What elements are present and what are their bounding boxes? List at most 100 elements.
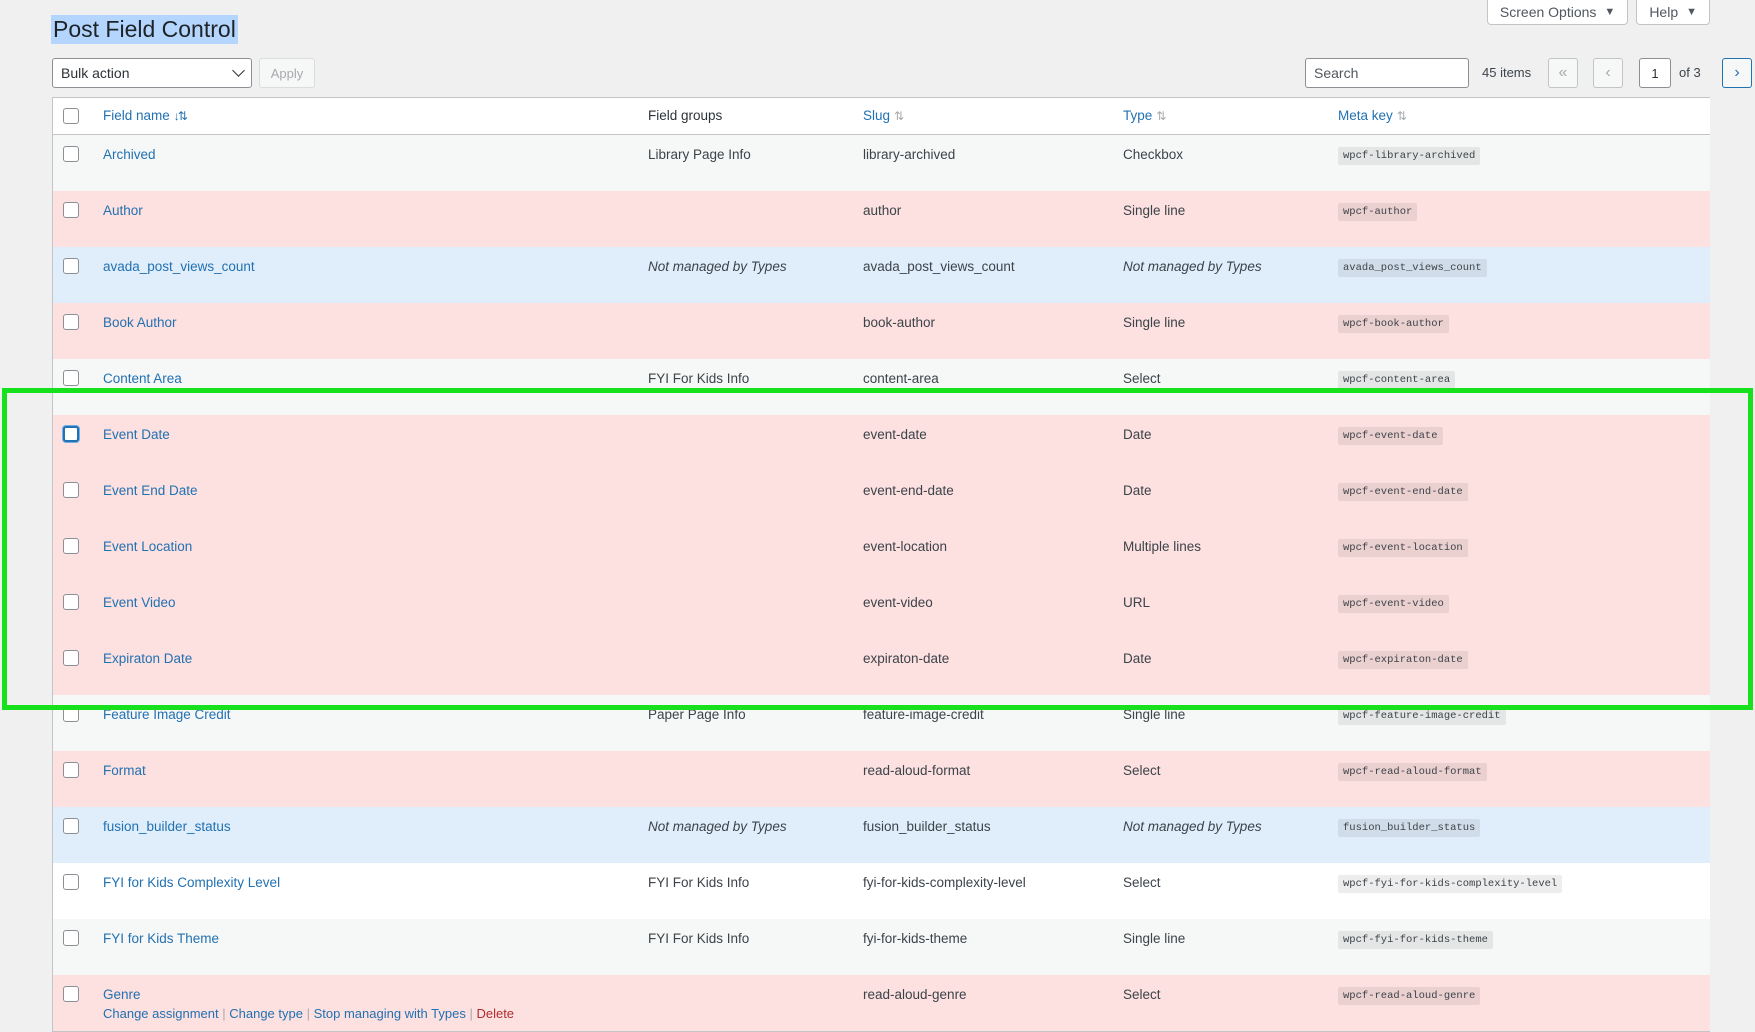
row-checkbox[interactable] xyxy=(63,146,79,162)
field-name-cell: Expiraton Date xyxy=(103,651,192,666)
current-page-input[interactable]: 1 xyxy=(1639,58,1671,88)
row-check-cell xyxy=(63,202,79,218)
chevron-down-icon xyxy=(232,64,245,77)
next-page-button[interactable]: › xyxy=(1722,58,1752,88)
field-name-link[interactable]: Author xyxy=(103,203,143,218)
first-page-button[interactable]: « xyxy=(1548,58,1578,88)
slug-text: event-video xyxy=(863,595,933,610)
slug-cell: event-location xyxy=(863,539,947,554)
field-name-link[interactable]: Event Date xyxy=(103,427,170,442)
row-checkbox[interactable] xyxy=(63,650,79,666)
slug-cell: fusion_builder_status xyxy=(863,819,991,834)
field-name-link[interactable]: Content Area xyxy=(103,371,182,386)
field-groups-cell: Not managed by Types xyxy=(648,819,787,834)
change-type-link[interactable]: Change type xyxy=(229,1006,303,1021)
row-checkbox[interactable] xyxy=(63,706,79,722)
meta-key-code: wpcf-library-archived xyxy=(1338,147,1481,165)
field-name-link[interactable]: FYI for Kids Complexity Level xyxy=(103,875,280,890)
apply-button[interactable]: Apply xyxy=(259,58,315,88)
field-name-link[interactable]: Event Video xyxy=(103,595,176,610)
field-name-link[interactable]: Event End Date xyxy=(103,483,198,498)
select-all-checkbox[interactable] xyxy=(63,108,79,124)
row-action-separator: | xyxy=(302,1006,314,1021)
table-row: Archived Library Page Info library-archi… xyxy=(53,135,1710,191)
field-name-link[interactable]: avada_post_views_count xyxy=(103,259,255,274)
row-checkbox[interactable] xyxy=(63,930,79,946)
slug-cell: content-area xyxy=(863,371,939,386)
field-name-link[interactable]: Genre xyxy=(103,987,141,1002)
slug-cell: author xyxy=(863,203,901,218)
column-field-name-label: Field name xyxy=(103,108,170,123)
row-checkbox[interactable] xyxy=(63,538,79,554)
column-slug[interactable]: Slug ⇅ xyxy=(863,108,904,123)
screen-meta-links: Screen Options ▼ Help ▼ xyxy=(1486,0,1710,25)
row-checkbox[interactable] xyxy=(63,426,79,442)
field-name-cell: Book Author xyxy=(103,315,177,330)
field-groups-cell: FYI For Kids Info xyxy=(648,875,749,890)
meta-key-code: wpcf-event-video xyxy=(1338,595,1449,613)
type-cell: Multiple lines xyxy=(1123,539,1201,554)
row-check-cell xyxy=(63,706,79,722)
screen-options-button[interactable]: Screen Options ▼ xyxy=(1486,0,1629,25)
bulk-action-select[interactable]: Bulk action xyxy=(52,58,252,88)
row-checkbox[interactable] xyxy=(63,986,79,1002)
type-cell: Single line xyxy=(1123,931,1185,946)
meta-key-cell: wpcf-fyi-for-kids-theme xyxy=(1338,930,1493,949)
prev-page-button[interactable]: ‹ xyxy=(1593,58,1623,88)
slug-text: book-author xyxy=(863,315,936,330)
row-checkbox[interactable] xyxy=(63,482,79,498)
slug-text: library-archived xyxy=(863,147,956,162)
caret-down-icon: ▼ xyxy=(1686,6,1697,18)
field-name-link[interactable]: Event Location xyxy=(103,539,192,554)
column-type-label: Type xyxy=(1123,108,1153,123)
row-check-cell xyxy=(63,762,79,778)
row-checkbox[interactable] xyxy=(63,762,79,778)
field-name-link[interactable]: Format xyxy=(103,763,146,778)
slug-text: feature-image-credit xyxy=(863,707,984,722)
meta-key-code: wpcf-author xyxy=(1338,203,1418,221)
column-field-name[interactable]: Field name ↓⇅ xyxy=(103,108,188,123)
delete-link[interactable]: Delete xyxy=(476,1006,514,1021)
type-text: Date xyxy=(1123,483,1152,498)
meta-key-cell: wpcf-event-date xyxy=(1338,426,1443,445)
row-checkbox[interactable] xyxy=(63,818,79,834)
field-groups-cell: FYI For Kids Info xyxy=(648,931,749,946)
slug-cell: event-video xyxy=(863,595,933,610)
field-groups-cell: Not managed by Types xyxy=(648,259,787,274)
column-meta-key[interactable]: Meta key ⇅ xyxy=(1338,108,1407,123)
field-name-cell: Format xyxy=(103,763,146,778)
row-checkbox[interactable] xyxy=(63,258,79,274)
row-checkbox[interactable] xyxy=(63,874,79,890)
meta-key-code: fusion_builder_status xyxy=(1338,819,1481,837)
field-name-link[interactable]: Archived xyxy=(103,147,156,162)
meta-key-code: wpcf-event-end-date xyxy=(1338,483,1468,501)
field-name-link[interactable]: fusion_builder_status xyxy=(103,819,231,834)
row-check-cell xyxy=(63,370,79,386)
field-name-cell: Feature Image Credit xyxy=(103,707,231,722)
field-name-link[interactable]: Expiraton Date xyxy=(103,651,192,666)
help-button[interactable]: Help ▼ xyxy=(1636,0,1710,25)
table-row: FYI for Kids Complexity Level FYI For Ki… xyxy=(53,863,1710,919)
row-checkbox[interactable] xyxy=(63,370,79,386)
field-group-text: Not managed by Types xyxy=(648,819,787,834)
select-all-cell xyxy=(63,108,79,124)
stop-managing-link[interactable]: Stop managing with Types xyxy=(314,1006,466,1021)
type-cell: Select xyxy=(1123,875,1161,890)
change-assignment-link[interactable]: Change assignment xyxy=(103,1006,219,1021)
total-pages: of 3 xyxy=(1679,65,1701,80)
column-slug-label: Slug xyxy=(863,108,891,123)
row-checkbox[interactable] xyxy=(63,202,79,218)
slug-text: fyi-for-kids-complexity-level xyxy=(863,875,1026,890)
field-name-link[interactable]: Feature Image Credit xyxy=(103,707,231,722)
table-row: Book Author book-author Single line wpcf… xyxy=(53,303,1710,359)
search-input[interactable]: Search xyxy=(1305,58,1469,88)
field-name-link[interactable]: Book Author xyxy=(103,315,177,330)
column-type[interactable]: Type ⇅ xyxy=(1123,108,1166,123)
row-checkbox[interactable] xyxy=(63,594,79,610)
field-group-text: Not managed by Types xyxy=(648,259,787,274)
meta-key-cell: wpcf-read-aloud-format xyxy=(1338,762,1487,781)
meta-key-cell: wpcf-book-author xyxy=(1338,314,1449,333)
field-name-link[interactable]: FYI for Kids Theme xyxy=(103,931,219,946)
slug-cell: avada_post_views_count xyxy=(863,259,1015,274)
row-checkbox[interactable] xyxy=(63,314,79,330)
